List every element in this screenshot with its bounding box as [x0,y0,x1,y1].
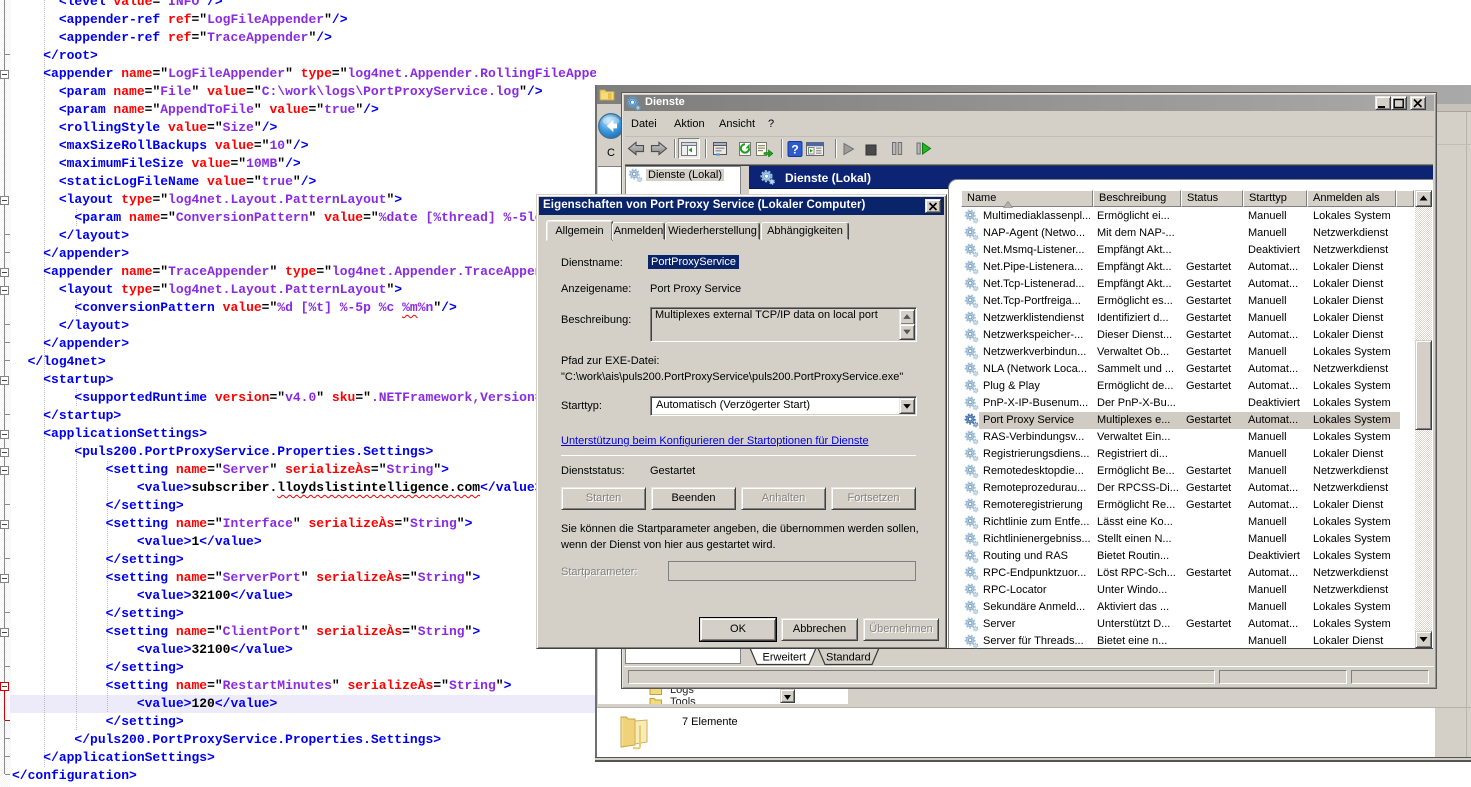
svg-text:?: ? [791,143,798,157]
svg-text:Standard: Standard [826,652,871,664]
svg-text:Erweitert: Erweitert [763,652,806,664]
